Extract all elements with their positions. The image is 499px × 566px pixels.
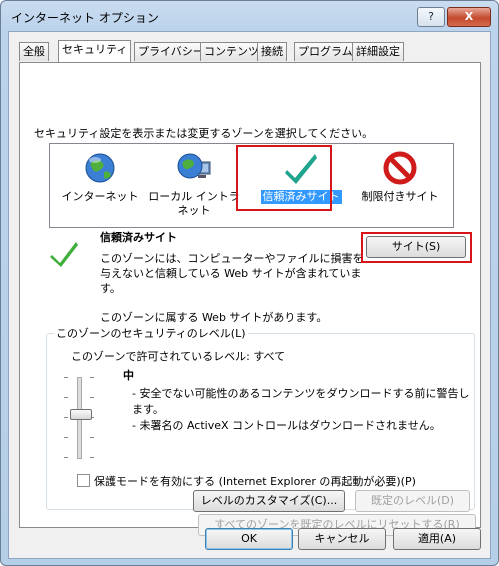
title-bar[interactable]: インターネット オプション ? X [1, 1, 498, 31]
tab-connections[interactable]: 接続 [257, 42, 287, 61]
zone-local-intranet[interactable]: ローカル イントラネット [148, 148, 240, 218]
tab-advanced[interactable]: 詳細設定 [352, 42, 404, 61]
security-tab-panel: セキュリティ設定を表示または変更するゾーンを選択してください。 インターネット [19, 62, 481, 536]
no-entry-icon [354, 148, 446, 188]
slider-tick [64, 437, 68, 438]
slider-tick [90, 397, 94, 398]
slider-tick [90, 377, 94, 378]
default-level-button[interactable]: 既定のレベル(D) [355, 490, 470, 512]
protected-mode-row[interactable]: 保護モードを有効にする (Internet Explorer の再起動が必要)(… [77, 473, 416, 489]
sites-button-highlight-box [361, 232, 472, 263]
protected-mode-label: 保護モードを有効にする (Internet Explorer の再起動が必要)(… [94, 475, 416, 488]
dialog-client-area: 全般 セキュリティ プライバシー コンテンツ 接続 プログラム 詳細設定 セキュ… [8, 31, 491, 559]
zone-sites-note: このゾーンに属する Web サイトがあります。 [100, 311, 328, 324]
apply-button[interactable]: 適用(A) [393, 528, 481, 550]
security-level-bullet: - 安全でない可能性のあるコンテンツをダウンロードする前に警告します。 [132, 387, 470, 416]
custom-level-button[interactable]: レベルのカスタマイズ(C)... [193, 490, 345, 512]
slider-tick [64, 457, 68, 458]
protected-mode-checkbox[interactable] [77, 474, 90, 487]
zone-label-local-intranet: ローカル イントラネット [148, 190, 240, 217]
security-level-slider-thumb[interactable] [70, 409, 92, 420]
close-button[interactable]: X [447, 7, 491, 27]
help-button[interactable]: ? [417, 7, 445, 27]
intranet-globe-icon [148, 148, 240, 188]
tab-security[interactable]: セキュリティ [58, 40, 132, 62]
trusted-zone-highlight-box [236, 145, 332, 211]
slider-tick [64, 397, 68, 398]
window-title: インターネット オプション [11, 11, 159, 25]
slider-tick [90, 457, 94, 458]
ok-button[interactable]: OK [205, 528, 293, 550]
allowed-level-label: このゾーンで許可されているレベル: すべて [71, 350, 286, 363]
zone-detail-description: このゾーンには、コンピューターやファイルに損害を与えないと信頼している Web … [100, 252, 364, 295]
cancel-button[interactable]: キャンセル [298, 528, 386, 550]
slider-tick [64, 377, 68, 378]
slider-tick [90, 437, 94, 438]
security-level-bullet: - 未署名の ActiveX コントロールはダウンロードされません。 [132, 419, 441, 432]
trusted-checkmark-icon [50, 239, 80, 272]
tab-content[interactable]: コンテンツ [200, 42, 263, 61]
tab-programs[interactable]: プログラム [294, 42, 357, 61]
zone-internet[interactable]: インターネット [54, 148, 146, 204]
security-level-group-label: このゾーンのセキュリティのレベル(L) [54, 325, 248, 341]
zone-detail-title: 信頼済みサイト [100, 231, 177, 244]
zone-label-restricted-sites: 制限付きサイト [361, 190, 439, 203]
tab-privacy[interactable]: プライバシー [134, 42, 208, 61]
internet-options-window: インターネット オプション ? X 全般 セキュリティ プライバシー コンテンツ… [0, 0, 499, 566]
zone-label-internet: インターネット [61, 190, 139, 203]
security-level-name: 中 [123, 369, 134, 382]
security-level-bullets: - 安全でない可能性のあるコンテンツをダウンロードする前に警告します。 - 未署… [132, 386, 480, 434]
globe-icon [54, 148, 146, 188]
tab-general[interactable]: 全般 [19, 42, 49, 61]
slider-tick [64, 417, 68, 418]
zone-prompt-label: セキュリティ設定を表示または変更するゾーンを選択してください。 [34, 127, 374, 140]
zone-restricted-sites[interactable]: 制限付きサイト [354, 148, 446, 204]
